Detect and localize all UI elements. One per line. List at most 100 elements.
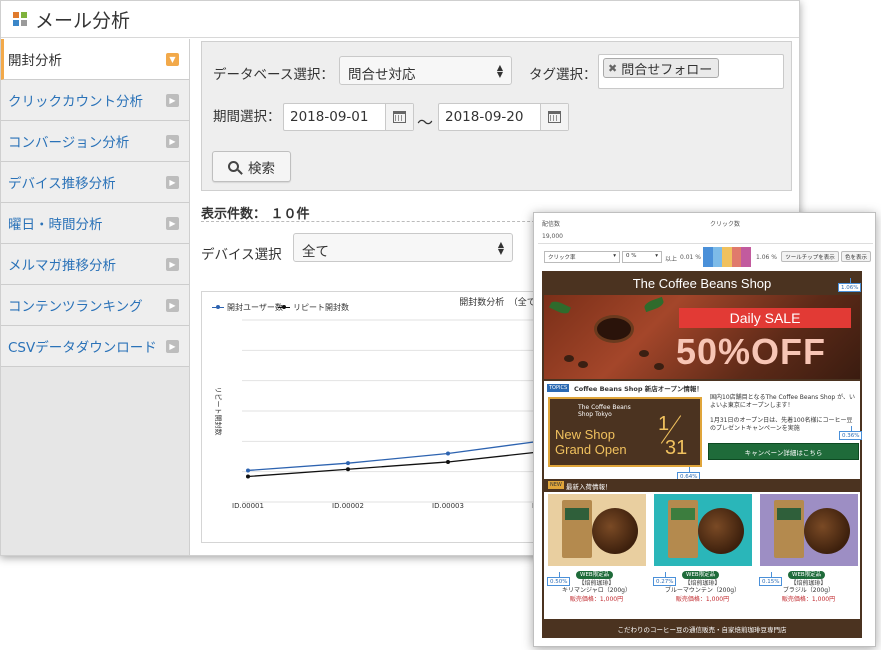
- sidebar-item-label: コンバージョン分析: [8, 135, 130, 151]
- grid-icon-cell: [13, 12, 19, 18]
- grid-icon-cell: [21, 20, 27, 26]
- grid-icon-cell: [13, 20, 19, 26]
- new-badge: NEW: [548, 481, 564, 489]
- announcement-line: 国内10店舗目となるThe Coffee Beans Shop が、いよいよ東京…: [710, 394, 856, 409]
- product-kind: 【焙煎珈琲】: [578, 580, 615, 587]
- above-label: 以上: [665, 256, 678, 263]
- chevron-right-icon: ▶: [166, 257, 179, 271]
- chevron-right-icon: ▶: [166, 298, 179, 312]
- result-count-value: １０件: [270, 207, 310, 222]
- tag-chip-label: 問合せフォロー: [621, 62, 713, 78]
- sidebar-item-weekday-time[interactable]: 曜日・時間分析 ▶: [1, 203, 189, 244]
- product-image: [760, 494, 858, 566]
- product-card[interactable]: 0.50% WEB限定品 【焙煎珈琲】 キリマンジャロ（200g） 販売価格：1…: [546, 494, 647, 614]
- leaf-decoration: [643, 296, 665, 313]
- remove-tag-icon[interactable]: ✖: [608, 62, 617, 75]
- rate-type-select[interactable]: クリック率 ▾: [544, 251, 620, 263]
- sidebar-item-label: クリックカウント分析: [8, 94, 143, 110]
- sidebar-item-newsletter-trend[interactable]: メルマガ推移分析 ▶: [1, 244, 189, 285]
- sidebar-item-device-trend[interactable]: デバイス推移分析 ▶: [1, 162, 189, 203]
- newsletter-heatmap-window: 配信数 クリック数 19,000 クリック率 ▾ 0 % ▾ 以上 0.01 %…: [533, 212, 876, 647]
- select-arrows-icon: ▲ ▼: [496, 63, 503, 79]
- search-icon: [228, 161, 239, 172]
- device-select-value: 全て: [302, 244, 329, 260]
- chevron-down-icon: ▾: [613, 253, 616, 259]
- product-kind: 【焙煎珈琲】: [684, 580, 721, 587]
- database-label: データベース選択：: [213, 67, 334, 83]
- chevron-right-icon: ▶: [166, 134, 179, 148]
- date-from-input[interactable]: 2018-09-01: [283, 103, 414, 131]
- web-limited-badge: WEB限定品: [576, 571, 614, 579]
- web-limited-badge: WEB限定品: [788, 571, 826, 579]
- bean-decoration: [578, 361, 588, 368]
- show-color-button[interactable]: 色を表示: [841, 251, 871, 262]
- page-title: メール分析: [35, 9, 131, 32]
- product-card[interactable]: 0.27% WEB限定品 【焙煎珈琲】 ブルーマウンテン（200g） 販売価格：…: [652, 494, 753, 614]
- coffee-bag-image: [562, 500, 592, 558]
- chevron-right-icon: ▶: [166, 216, 179, 230]
- coffee-cup-image: [594, 315, 634, 343]
- data-point: [246, 468, 250, 473]
- filter-panel: データベース選択： 問合せ対応 ▲ ▼ タグ選択： ✖ 問合せフォロー 期間選択：…: [201, 41, 792, 191]
- date-to-input[interactable]: 2018-09-20: [438, 103, 569, 131]
- heat-color-swatch: [703, 247, 713, 267]
- coffee-beans-image: [592, 508, 638, 554]
- product-price: 販売価格：1,000円: [675, 596, 730, 603]
- data-point: [246, 474, 250, 479]
- heat-color-swatch: [731, 247, 742, 267]
- leaf-decoration: [549, 299, 571, 316]
- sidebar-item-click-count[interactable]: クリックカウント分析 ▶: [1, 80, 189, 121]
- bean-decoration: [639, 350, 649, 357]
- sidebar-item-label: 開封分析: [8, 53, 62, 69]
- select-arrows-icon: ▲ ▼: [497, 240, 504, 256]
- tag-input[interactable]: ✖ 問合せフォロー: [598, 54, 784, 89]
- new-arrivals-bar: NEW 最新入荷情報！: [544, 479, 860, 492]
- min-rate: 0.01 %: [680, 254, 701, 261]
- chevron-right-icon: ▶: [166, 93, 179, 107]
- chevron-down-icon: ▼: [166, 52, 179, 66]
- show-tooltip-button[interactable]: ツールチップを表示: [781, 251, 839, 262]
- bean-decoration: [564, 355, 574, 362]
- topics-title: Coffee Beans Shop 新店オープン情報！: [574, 385, 703, 393]
- coffee-bag-image: [774, 500, 804, 558]
- chevron-right-icon: ▶: [166, 175, 179, 189]
- calendar-icon[interactable]: [385, 104, 413, 130]
- search-button[interactable]: 検索: [212, 151, 291, 182]
- database-select[interactable]: 問合せ対応 ▲ ▼: [339, 56, 512, 85]
- product-card[interactable]: 0.15% WEB限定品 【焙煎珈琲】 ブラジル（200g） 販売価格：1,00…: [758, 494, 859, 614]
- x-tick-label: ID.00001: [232, 502, 264, 510]
- grand-open-card[interactable]: The Coffee Beans Shop Tokyo New Shop Gra…: [548, 397, 702, 467]
- result-count-label: 表示件数：: [201, 207, 267, 222]
- device-select[interactable]: 全て ▲ ▼: [293, 233, 513, 262]
- product-price: 販売価格：1,000円: [569, 596, 624, 603]
- new-arrivals-title: 最新入荷情報！: [566, 483, 612, 491]
- grid-icon-cell: [21, 12, 27, 18]
- product-kind: 【焙煎珈琲】: [790, 580, 827, 587]
- heat-color-swatch: [722, 247, 732, 267]
- product-list: 0.50% WEB限定品 【焙煎珈琲】 キリマンジャロ（200g） 販売価格：1…: [544, 492, 860, 619]
- bean-decoration: [654, 363, 664, 370]
- card-shop-name: The Coffee Beans Shop Tokyo: [578, 404, 631, 418]
- daily-sale-label: Daily SALE: [679, 308, 851, 328]
- sidebar-item-content-ranking[interactable]: コンテンツランキング ▶: [1, 285, 189, 326]
- product-image: [654, 494, 752, 566]
- title-bar: メール分析: [1, 1, 799, 38]
- data-point: [446, 459, 450, 464]
- campaign-details-button[interactable]: キャンペーン詳細はこちら: [708, 443, 859, 460]
- announcement-line: 1月31日のオープン日は、先着100名様にコーヒー豆のプレゼントキャンペーンを実…: [710, 417, 853, 432]
- divider: [538, 243, 873, 244]
- sidebar-item-conversion[interactable]: コンバージョン分析 ▶: [1, 121, 189, 162]
- sale-banner[interactable]: Daily SALE 50%OFF: [544, 295, 860, 379]
- heat-color-swatch: [741, 247, 751, 267]
- sidebar-item-open-analysis[interactable]: 開封分析 ▼: [1, 39, 189, 80]
- percent-select[interactable]: 0 % ▾: [622, 251, 662, 263]
- product-title: ブラジル（200g）: [782, 587, 835, 594]
- y-axis-label: リピート開封数: [214, 387, 223, 436]
- tag-chip: ✖ 問合せフォロー: [603, 58, 720, 78]
- card-headline: New Shop Grand Open: [555, 427, 627, 457]
- shop-announcement: 国内10店舗目となるThe Coffee Beans Shop が、いよいよ東京…: [710, 394, 858, 433]
- sidebar-item-csv-download[interactable]: CSVデータダウンロード ▶: [1, 326, 189, 367]
- calendar-icon[interactable]: [540, 104, 568, 130]
- chevron-down-icon: ▾: [655, 253, 658, 259]
- coffee-beans-image: [804, 508, 850, 554]
